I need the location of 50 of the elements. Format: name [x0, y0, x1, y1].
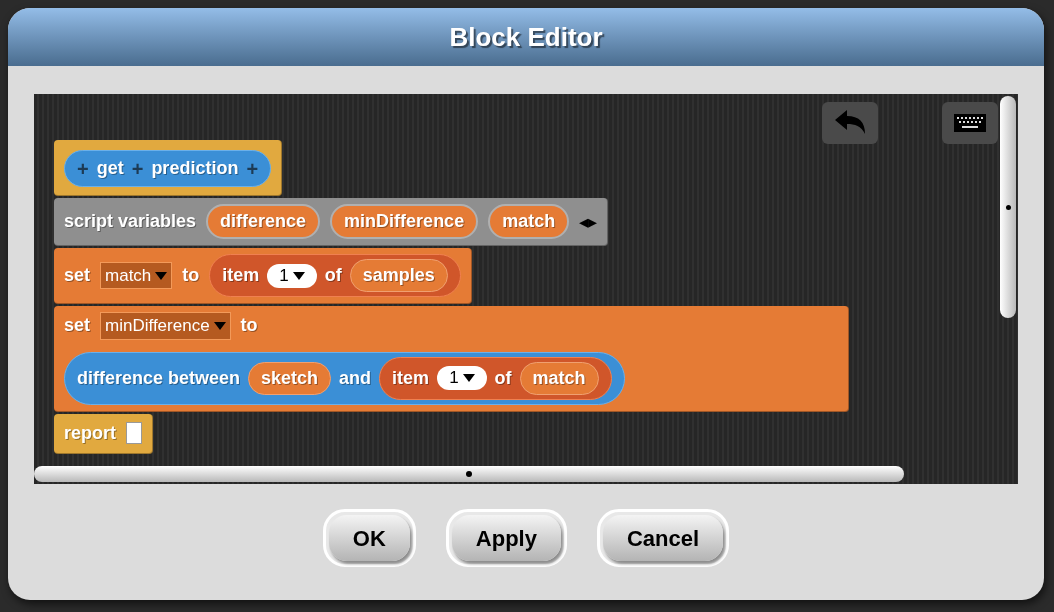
block-label: to	[240, 314, 258, 338]
block-label: script variables	[64, 210, 197, 233]
keyboard-button[interactable]	[942, 102, 998, 144]
set-block[interactable]: set match to item 1 of samples	[54, 248, 472, 304]
window-title: Block Editor	[449, 20, 603, 54]
block-label: get	[96, 157, 124, 180]
variable-reporter[interactable]: difference	[206, 204, 321, 239]
caret-icon	[155, 271, 168, 280]
number-slot[interactable]: 1	[437, 366, 487, 390]
arrows[interactable]: ◂▸	[579, 212, 598, 231]
variable-reporter[interactable]: samples	[349, 259, 448, 292]
block-label: item	[222, 264, 260, 287]
variable-reporter[interactable]: minDifference	[330, 204, 479, 239]
variable-dropdown[interactable]: match	[100, 261, 173, 290]
block-label: of	[324, 264, 342, 287]
vertical-scrollbar[interactable]	[1000, 96, 1016, 318]
undo-button[interactable]	[822, 102, 878, 144]
block-label: set	[64, 314, 90, 338]
dialog-button[interactable]: OK	[328, 515, 410, 561]
block-label: set	[64, 264, 90, 287]
item-of-reporter[interactable]: item 1 of samples	[209, 254, 461, 297]
caret-icon	[292, 271, 305, 280]
block-label: to	[182, 264, 200, 287]
block-label: difference between	[77, 366, 241, 390]
block-label: and	[339, 366, 372, 390]
caret-icon	[462, 374, 475, 382]
variable-dropdown[interactable]: minDifference	[100, 312, 231, 340]
horizontal-scrollbar[interactable]	[34, 466, 904, 482]
plus-sign[interactable]: +	[131, 158, 144, 179]
block-prototype[interactable]: + get + prediction +	[64, 150, 272, 187]
block-label: report	[64, 421, 116, 445]
variable-reporter[interactable]: sketch	[248, 361, 332, 395]
empty-slot[interactable]	[126, 422, 142, 444]
block-label: prediction	[151, 157, 239, 180]
custom-reporter[interactable]: difference between sketch and item 1 of match	[64, 351, 625, 405]
dialog-button[interactable]: Cancel	[603, 515, 724, 561]
variable-reporter[interactable]: match	[519, 361, 599, 395]
hat-block[interactable]: + get + prediction +	[54, 140, 283, 196]
block-label: of	[494, 366, 512, 390]
item-of-reporter[interactable]: item 1 of match	[379, 356, 612, 400]
undo-icon	[833, 110, 867, 136]
keyboard-icon	[954, 114, 986, 132]
dialog-button[interactable]: Apply	[451, 515, 561, 561]
plus-sign[interactable]: +	[77, 158, 89, 179]
caret-icon	[213, 321, 226, 330]
number-slot[interactable]: 1	[267, 263, 317, 288]
block-label: item	[392, 366, 430, 390]
plus-sign[interactable]: +	[246, 158, 259, 179]
variable-reporter[interactable]: match	[488, 204, 570, 239]
script-variables-block[interactable]: script variables difference minDifference match ◂▸	[54, 198, 609, 246]
